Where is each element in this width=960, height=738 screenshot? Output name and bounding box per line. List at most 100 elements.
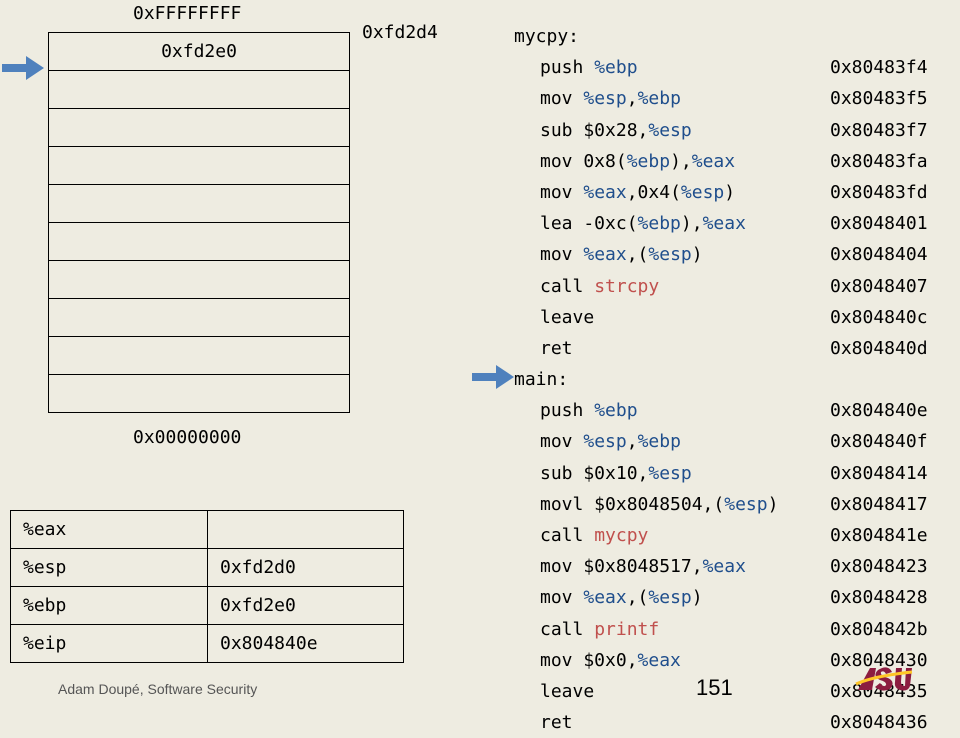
register-operand: %esp <box>724 493 768 515</box>
instruction: mov %esp,%ebp <box>540 83 681 114</box>
stack-cell <box>49 375 349 413</box>
stack-cell <box>49 109 349 147</box>
instruction-text: call <box>540 618 595 640</box>
instruction-text: ), <box>670 150 692 172</box>
instruction-text: push <box>540 400 595 422</box>
instruction-address: 0x80483fa <box>830 150 928 172</box>
code-line: call mycpy 0x804841e <box>514 520 960 551</box>
instruction-text: call <box>540 275 595 297</box>
code-line: call printf 0x804842b <box>514 614 960 645</box>
symbol-operand: strcpy <box>594 275 660 297</box>
instruction-address: 0x8048414 <box>830 462 928 484</box>
instruction: ret <box>540 333 573 364</box>
instruction-text: ,( <box>626 587 649 609</box>
instruction: leave <box>540 676 594 707</box>
register-operand: %eax <box>702 213 746 235</box>
stack-cell <box>49 261 349 299</box>
stack-cell: 0xfd2e0 <box>49 33 349 71</box>
instruction-text: mov <box>540 244 584 266</box>
instruction-text: ) <box>767 493 779 515</box>
instruction: mov $0x8048517,%eax <box>540 551 746 582</box>
instruction: mov %eax,0x4(%esp) <box>540 177 735 208</box>
stack-cell <box>49 337 349 375</box>
instruction-text: call <box>540 525 595 546</box>
instruction: mov %esp,%ebp <box>540 426 681 457</box>
esp-arrow-icon <box>2 56 44 80</box>
instruction-text: ret <box>540 712 573 734</box>
register-row: %eax <box>10 510 404 549</box>
instruction-text: ,( <box>626 244 649 266</box>
instruction-address: 0x804840c <box>830 306 928 328</box>
register-table: %eax %esp 0xfd2d0 %ebp 0xfd2e0 %eip 0x804840e <box>10 510 404 663</box>
page-number: 151 <box>696 675 733 700</box>
instruction: call strcpy <box>540 271 659 302</box>
instruction-text: ) <box>691 587 703 609</box>
instruction: leave <box>540 302 594 333</box>
code-line: lea -0xc(%ebp),%eax 0x8048401 <box>514 208 960 239</box>
register-row: %esp 0xfd2d0 <box>10 548 404 587</box>
code-label: mycpy: <box>514 26 580 47</box>
code-line: mov %eax,(%esp) 0x8048404 <box>514 239 960 270</box>
instruction-address: 0x804840e <box>830 400 928 422</box>
instruction: call mycpy <box>540 520 648 551</box>
instruction-address: 0x80483f5 <box>830 88 928 110</box>
stack-cell <box>49 147 349 185</box>
register-operand: %eax <box>637 649 681 671</box>
register-row: %eip 0x804840e <box>10 624 404 663</box>
assembly-listing: mycpy: push %ebp 0x80483f4 mov %esp,%ebp 0x8… <box>514 21 960 738</box>
instruction-address: 0x804840f <box>830 431 928 453</box>
instruction: push %ebp <box>540 52 638 83</box>
instruction-address: 0x8048436 <box>830 712 928 734</box>
register-operand: %ebp <box>594 57 638 79</box>
register-name: %eax <box>10 510 208 549</box>
instruction-text: lea -0xc( <box>540 213 638 235</box>
instruction-text: mov <box>540 88 584 110</box>
code-line: leave 0x804840c <box>514 302 960 333</box>
instruction-address: 0x8048423 <box>830 556 928 578</box>
instruction-text: ) <box>691 244 703 266</box>
code-line: mov %eax,0x4(%esp) 0x80483fd <box>514 177 960 208</box>
instruction-address: 0x8048401 <box>830 213 928 235</box>
instruction: ret <box>540 707 573 738</box>
instruction-text: ,0x4( <box>626 181 681 203</box>
asu-logo <box>855 667 913 691</box>
instruction: mov %eax,(%esp) <box>540 582 703 613</box>
register-operand: %esp <box>648 119 692 141</box>
code-line: mov $0x8048517,%eax 0x8048423 <box>514 551 960 582</box>
instruction-text: mov <box>540 431 584 453</box>
instruction-text: mov $0x0, <box>540 649 638 671</box>
instruction-text: mov 0x8( <box>540 150 627 172</box>
instruction-text: leave <box>540 680 595 702</box>
register-operand: %esp <box>583 431 627 453</box>
register-operand: %esp <box>648 587 692 609</box>
register-value: 0xfd2d0 <box>207 548 404 587</box>
stack-cell <box>49 185 349 223</box>
register-value: 0xfd2e0 <box>207 586 404 625</box>
register-row: %ebp 0xfd2e0 <box>10 586 404 625</box>
code-line: mov %eax,(%esp) 0x8048428 <box>514 582 960 613</box>
instruction-text: sub $0x28, <box>540 119 649 141</box>
instruction: movl $0x8048504,(%esp) <box>540 489 778 520</box>
register-operand: %ebp <box>637 88 681 110</box>
register-value: 0x804840e <box>207 624 404 663</box>
instruction: lea -0xc(%ebp),%eax <box>540 208 746 239</box>
instruction-address: 0x8048428 <box>830 587 928 609</box>
instruction-text: mov <box>540 587 584 609</box>
code-line: mov 0x8(%ebp),%eax 0x80483fa <box>514 146 960 177</box>
stack-cell <box>49 299 349 337</box>
register-operand: %esp <box>648 462 692 484</box>
stack-cell <box>49 223 349 261</box>
instruction-text: sub $0x10, <box>540 462 649 484</box>
instruction: mov $0x0,%eax <box>540 645 681 676</box>
register-name: %eip <box>10 624 208 663</box>
stack-bottom-address: 0x00000000 <box>133 427 242 448</box>
symbol-operand: mycpy <box>594 525 649 546</box>
register-operand: %esp <box>680 181 725 203</box>
register-operand: %eax <box>702 556 746 578</box>
stack-top-address: 0xFFFFFFFF <box>133 3 242 24</box>
register-operand: %ebp <box>594 400 638 422</box>
instruction-address: 0x80483f4 <box>830 57 928 79</box>
stack-diagram: 0xfd2e0 <box>48 32 350 413</box>
instruction: push %ebp <box>540 395 638 426</box>
code-line: sub $0x28,%esp 0x80483f7 <box>514 115 960 146</box>
